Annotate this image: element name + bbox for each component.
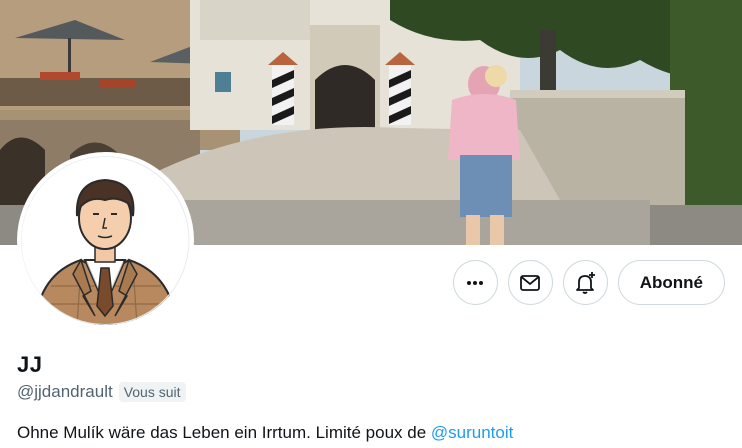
more-horizontal-icon [465,273,485,293]
following-button[interactable]: Abonné [617,260,725,305]
profile-handle-row: @jjdandrault Vous suit [17,382,186,402]
message-button[interactable] [507,260,553,305]
bell-plus-icon [573,271,597,295]
profile-avatar[interactable] [17,152,194,329]
bio-mention-link[interactable]: @suruntoit [431,423,513,442]
notifications-button[interactable] [562,260,608,305]
profile-handle: @jjdandrault [17,382,113,401]
profile-bio: Ohne Mulík wäre das Leben ein Irrtum. Li… [17,423,513,443]
follows-you-badge: Vous suit [118,382,186,402]
more-options-button[interactable] [452,260,498,305]
envelope-icon [519,272,541,294]
bio-text: Ohne Mulík wäre das Leben ein Irrtum. Li… [17,423,431,442]
profile-actions: Abonné [452,260,725,305]
profile-display-name: JJ [17,352,43,377]
